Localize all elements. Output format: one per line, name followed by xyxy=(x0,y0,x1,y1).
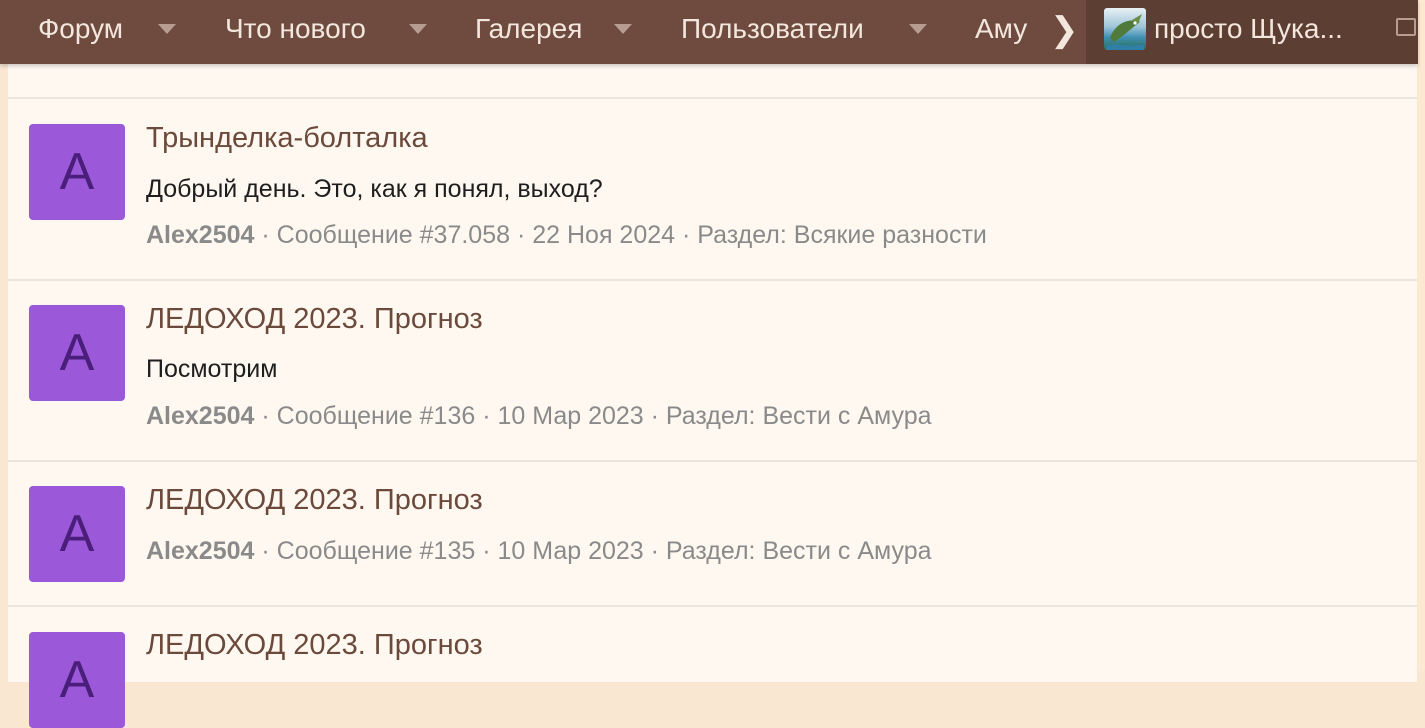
chevron-down-icon[interactable] xyxy=(909,24,927,34)
post-snippet[interactable]: Добрый день. Это, как я понял, выход? xyxy=(146,175,603,204)
post-meta: Alex2504 · Сообщение #136 · 10 Мар 2023 … xyxy=(146,402,932,431)
post-details: · Сообщение #37.058 · 22 Ноя 2024 · Разд… xyxy=(254,221,987,249)
nav-members[interactable]: Пользователи xyxy=(681,0,864,58)
post-meta: Alex2504 · Сообщение #37.058 · 22 Ноя 20… xyxy=(146,221,987,250)
chevron-down-icon[interactable] xyxy=(409,24,427,34)
divider xyxy=(8,279,1417,281)
top-navbar: Форум Что нового Галерея Пользователи Ам… xyxy=(0,0,1418,64)
avatar[interactable]: A xyxy=(29,632,125,728)
user-avatar[interactable] xyxy=(1104,8,1146,50)
author-link[interactable]: Alex2504 xyxy=(146,537,254,565)
thread-title-link[interactable]: ЛЕДОХОД 2023. Прогноз xyxy=(146,303,483,336)
nav-whats-new[interactable]: Что нового xyxy=(225,0,366,58)
divider xyxy=(8,97,1417,99)
thread-title-link[interactable]: Трынделка-болталка xyxy=(146,122,428,155)
post-details: · Сообщение #135 · 10 Мар 2023 · Раздел:… xyxy=(254,537,932,565)
author-link[interactable]: Alex2504 xyxy=(146,402,254,430)
avatar[interactable]: A xyxy=(29,486,125,582)
post-details: · Сообщение #136 · 10 Мар 2023 · Раздел:… xyxy=(254,402,932,430)
chevron-right-icon[interactable]: ❯ xyxy=(1050,10,1079,50)
post-meta: Alex2504 · Сообщение #135 · 10 Мар 2023 … xyxy=(146,537,932,566)
post-snippet[interactable]: Посмотрим xyxy=(146,355,277,384)
divider xyxy=(8,460,1417,462)
nav-gallery[interactable]: Галерея xyxy=(475,0,582,58)
thread-title-link[interactable]: ЛЕДОХОД 2023. Прогноз xyxy=(146,629,483,662)
chevron-down-icon[interactable] xyxy=(614,24,632,34)
chevron-down-icon[interactable] xyxy=(158,24,176,34)
nav-amur[interactable]: Аму xyxy=(975,0,1027,58)
fish-icon xyxy=(1106,14,1144,50)
divider xyxy=(8,605,1417,607)
mail-icon[interactable] xyxy=(1396,18,1416,36)
avatar[interactable]: A xyxy=(29,305,125,401)
page-edge xyxy=(1418,0,1425,670)
account-menu[interactable]: просто Щука... xyxy=(1086,0,1418,64)
search-results: A Трынделка-болталка Добрый день. Это, к… xyxy=(8,62,1417,728)
nav-forum[interactable]: Форум xyxy=(38,0,123,58)
user-name[interactable]: просто Щука... xyxy=(1154,0,1343,58)
avatar[interactable]: A xyxy=(29,124,125,220)
author-link[interactable]: Alex2504 xyxy=(146,221,254,249)
thread-title-link[interactable]: ЛЕДОХОД 2023. Прогноз xyxy=(146,484,483,517)
